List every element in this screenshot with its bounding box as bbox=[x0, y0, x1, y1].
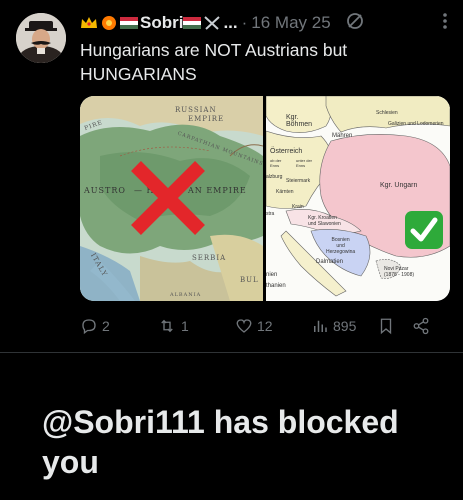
label-schlesien: Schlesien bbox=[376, 110, 398, 116]
repost-count: 1 bbox=[181, 318, 189, 334]
label-bul: BUL bbox=[240, 276, 259, 284]
tweet[interactable]: Sobri ... · 16 May 25 Hungarians are NOT… bbox=[0, 0, 463, 352]
avatar[interactable] bbox=[16, 13, 66, 63]
views-icon bbox=[314, 320, 327, 332]
more-options-icon[interactable] bbox=[443, 12, 447, 35]
repost-icon bbox=[161, 319, 173, 333]
views-button[interactable]: 895 bbox=[311, 317, 378, 335]
label-albania: ALBANIA bbox=[170, 292, 202, 298]
repost-button[interactable]: 1 bbox=[157, 317, 235, 335]
label-empire-top: EMPIRE bbox=[188, 115, 225, 123]
label-austro: AUSTRO bbox=[84, 186, 126, 195]
label-unter-der-enns: unter der Enns bbox=[296, 158, 313, 168]
crown-emoji bbox=[80, 15, 98, 31]
tweet-media[interactable]: RUSSIAN EMPIRE PIRE CARPATHIAN MOUNTAINS… bbox=[80, 96, 450, 301]
label-osterreich: Österreich bbox=[270, 148, 303, 155]
label-russian: RUSSIAN bbox=[175, 106, 217, 114]
heart-icon bbox=[236, 319, 252, 333]
label-novi-pazar: Novi Pazar (1878 - 1908) bbox=[384, 266, 415, 278]
label-bohmen: Kgr. Böhmen bbox=[286, 114, 313, 128]
view-count: 895 bbox=[333, 318, 357, 334]
red-x-icon bbox=[131, 161, 205, 235]
label-dalmatien: Dalmatien bbox=[316, 259, 344, 265]
label-thanien: thanien bbox=[266, 283, 286, 289]
tweet-actions: 2 1 12 895 bbox=[80, 316, 449, 336]
reply-count: 2 bbox=[102, 318, 110, 334]
label-mahren: Mähren bbox=[332, 133, 353, 139]
bookmark-icon bbox=[380, 318, 392, 335]
label-ob-der-enns: ob der Enns bbox=[270, 158, 282, 168]
label-galizien: Galizien und Lodomerien bbox=[388, 121, 444, 127]
label-kroatien: Kgr. Kroatien und Slawonien bbox=[308, 215, 341, 227]
tweet-text: Hungarians are NOT Austrians but HUNGARI… bbox=[80, 40, 348, 84]
share-button[interactable] bbox=[412, 317, 430, 335]
divider bbox=[0, 352, 463, 353]
label-steiermark: Steiermark bbox=[286, 178, 311, 184]
like-button[interactable]: 12 bbox=[235, 317, 311, 335]
hungarian-kingdom-map[interactable]: Kgr. Böhmen Mähren Schlesien Galizien un… bbox=[266, 96, 450, 301]
avatar-portrait bbox=[16, 13, 66, 63]
hungary-flag-emoji bbox=[183, 15, 202, 31]
bookmark-button[interactable] bbox=[378, 317, 412, 335]
tweet-header: Sobri ... · 16 May 25 bbox=[80, 12, 451, 34]
label-ungarn: Kgr. Ungarn bbox=[380, 182, 418, 189]
flower-emoji bbox=[100, 15, 118, 31]
label-karnten: Kärnten bbox=[276, 189, 294, 195]
share-icon bbox=[413, 317, 429, 335]
grok-icon[interactable] bbox=[345, 11, 365, 36]
reply-icon bbox=[82, 319, 96, 335]
author-name-ellipsis: ... bbox=[223, 13, 238, 32]
label-nien: nien bbox=[266, 272, 278, 278]
label-krain: Krain bbox=[292, 204, 304, 210]
tweet-date[interactable]: 16 May 25 bbox=[251, 13, 330, 33]
green-check-icon bbox=[405, 211, 443, 249]
hungary-flag-emoji bbox=[120, 15, 138, 31]
austro-hungarian-empire-map[interactable]: RUSSIAN EMPIRE PIRE CARPATHIAN MOUNTAINS… bbox=[80, 96, 263, 301]
label-serbia: SERBIA bbox=[192, 254, 227, 262]
label-stra: stra bbox=[266, 211, 275, 217]
label-salzburg: alzburg bbox=[266, 174, 283, 180]
author-name[interactable]: Sobri bbox=[140, 13, 183, 33]
label-bosnien: Bosnien und Herzegowina bbox=[326, 237, 356, 255]
blocked-message: @Sobri111 has blocked you bbox=[42, 404, 399, 480]
crossed-swords-emoji bbox=[203, 15, 221, 31]
like-count: 12 bbox=[257, 318, 273, 334]
header-separator: · bbox=[241, 13, 248, 32]
reply-button[interactable]: 2 bbox=[80, 317, 157, 335]
